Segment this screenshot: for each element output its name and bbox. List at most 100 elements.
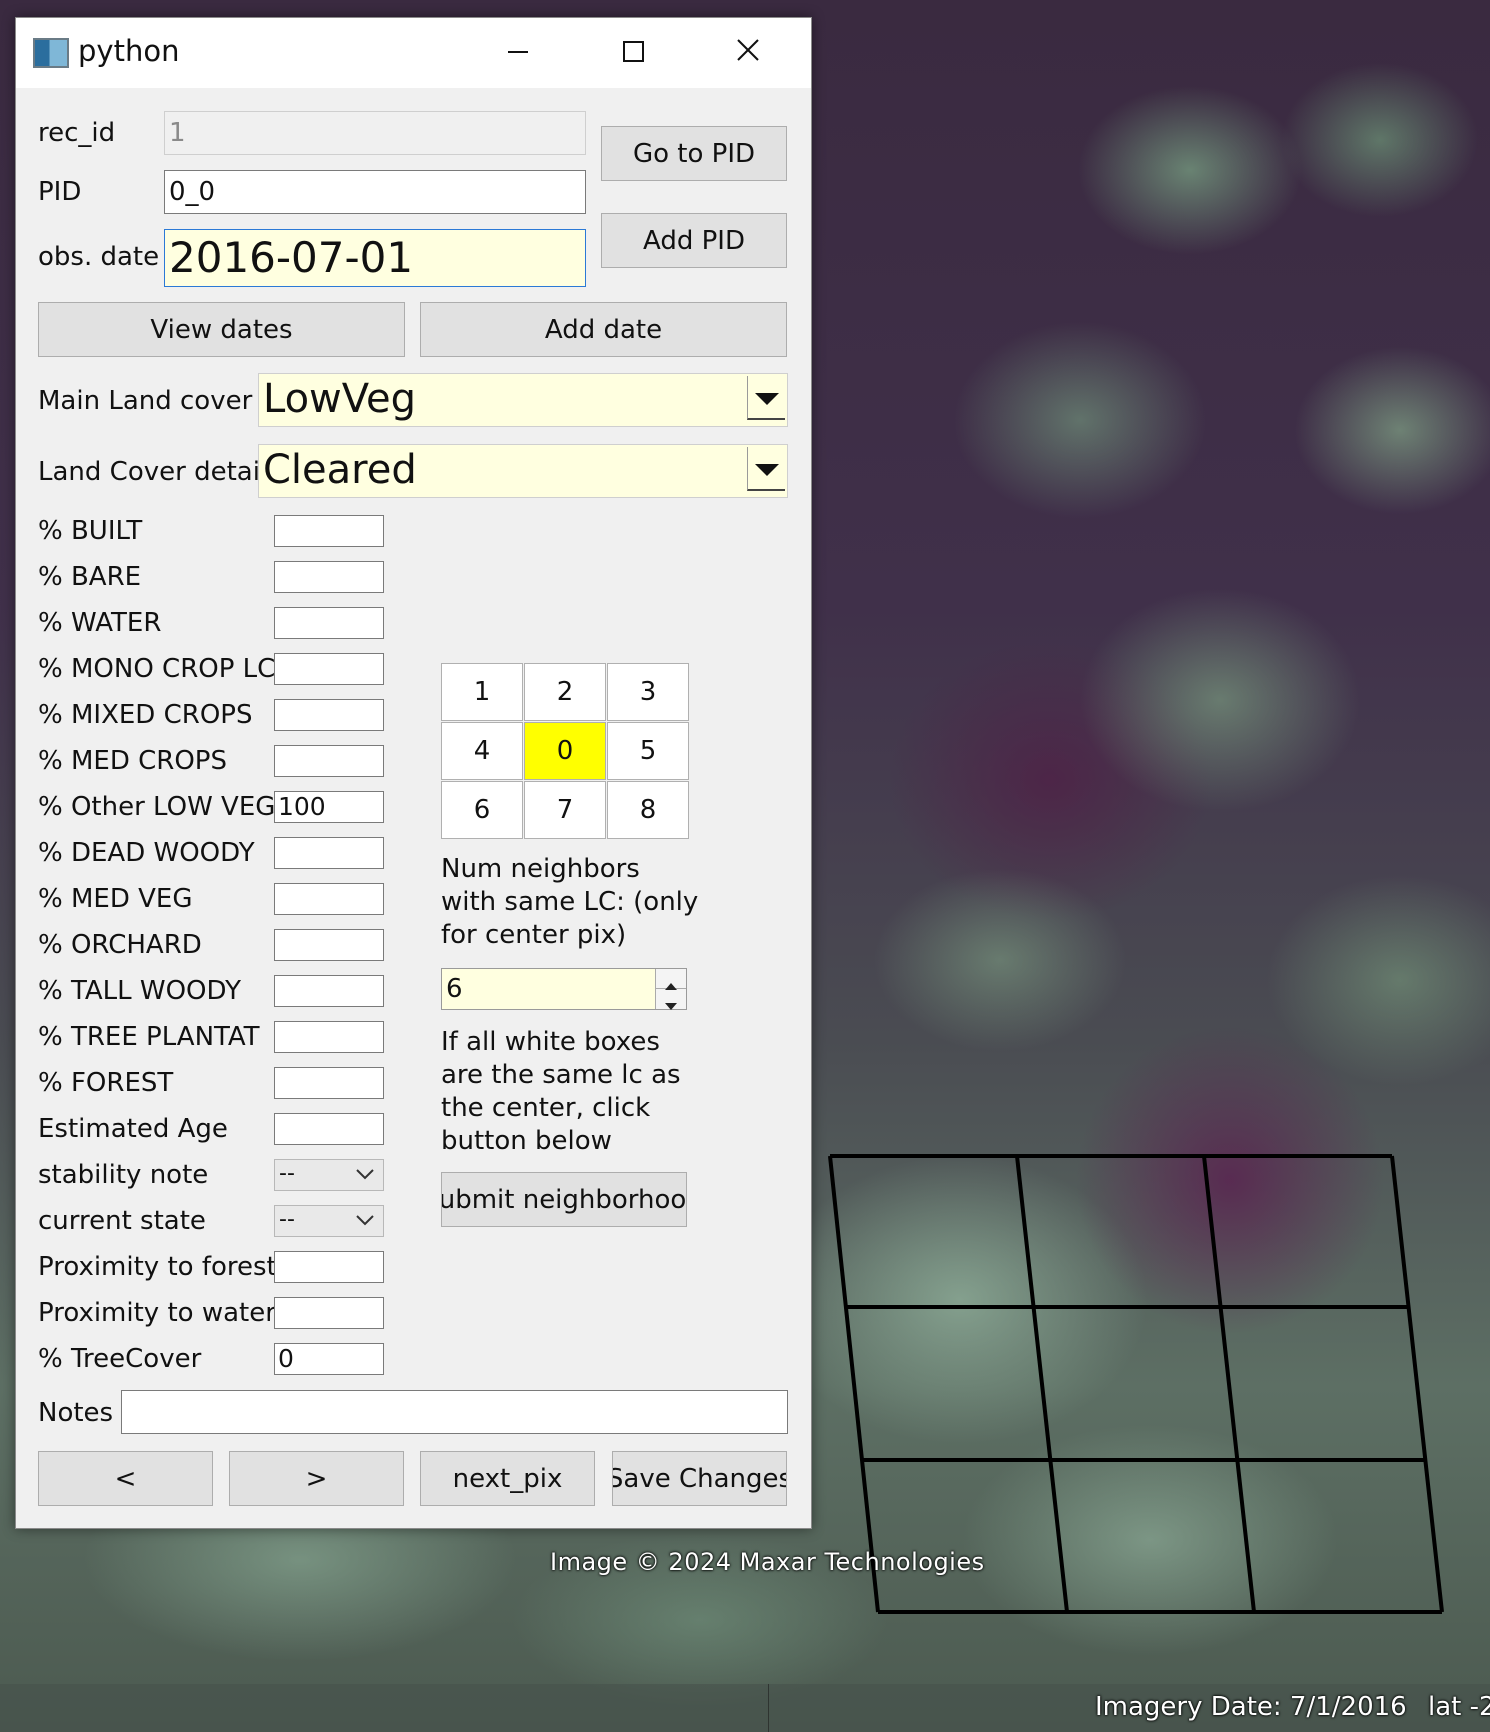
- pid-label: PID: [38, 177, 82, 207]
- rec-id-label: rec_id: [38, 118, 116, 148]
- pct-med-veg-label: % MED VEG: [38, 884, 193, 914]
- pct-other-low-veg-label: % Other LOW VEG: [38, 792, 276, 822]
- obs-date-label: obs. date: [38, 242, 160, 272]
- triangle-down-icon: [755, 393, 779, 405]
- proximity-forest-field[interactable]: [274, 1251, 384, 1283]
- status-divider: [768, 1684, 769, 1732]
- current-state-select[interactable]: --: [274, 1205, 384, 1237]
- stability-note-value: --: [279, 1161, 295, 1186]
- neighbors-description: Num neighbors with same LC: (only for ce…: [441, 854, 699, 950]
- notes-label: Notes: [38, 1398, 114, 1428]
- next-pix-button[interactable]: next_pix: [420, 1451, 595, 1506]
- maximize-icon: [623, 41, 644, 62]
- pct-med-veg-field[interactable]: [274, 883, 384, 915]
- imagery-attribution: Image © 2024 Maxar Technologies: [550, 1548, 985, 1576]
- pct-other-low-veg-field[interactable]: 100: [274, 791, 384, 823]
- triangle-down-icon: [755, 464, 779, 476]
- pct-dead-woody-field[interactable]: [274, 837, 384, 869]
- stability-note-label: stability note: [38, 1160, 209, 1190]
- main-land-cover-select[interactable]: LowVeg: [258, 373, 788, 427]
- go-to-pid-button[interactable]: Go to PID: [601, 126, 787, 181]
- proximity-forest-label: Proximity to forest: [38, 1252, 277, 1282]
- chevron-down-icon: [356, 1169, 374, 1180]
- next-button[interactable]: >: [229, 1451, 404, 1506]
- pct-mixed-crops-field[interactable]: [274, 699, 384, 731]
- pct-tree-plantation-label: % TREE PLANTATI: [38, 1022, 260, 1052]
- tree-cover-field[interactable]: 0: [274, 1343, 384, 1375]
- neighbor-cell-5[interactable]: 5: [607, 722, 689, 780]
- python-app-icon: [33, 38, 69, 68]
- pct-dead-woody-label: % DEAD WOODY: [38, 838, 255, 868]
- window-title: python: [78, 34, 180, 68]
- neighbor-cell-3[interactable]: 3: [607, 663, 689, 721]
- obs-date-field[interactable]: 2016-07-01: [164, 229, 586, 287]
- view-dates-button[interactable]: View dates: [38, 302, 405, 357]
- grid-line: [1015, 1155, 1069, 1613]
- pct-orchard-label: % ORCHARD: [38, 930, 202, 960]
- dropdown-button[interactable]: [747, 447, 785, 491]
- land-cover-detail-value: Cleared: [263, 447, 417, 493]
- neighborhood-instruction: If all white boxes are the same lc as th…: [441, 1027, 681, 1156]
- land-cover-detail-label: Land Cover detail: [38, 457, 268, 487]
- neighbors-count-spinbox[interactable]: 6: [441, 968, 687, 1010]
- triangle-down-icon: [665, 1003, 677, 1010]
- pct-bare-field[interactable]: [274, 561, 384, 593]
- neighbor-cell-6[interactable]: 6: [441, 781, 523, 839]
- current-state-label: current state: [38, 1206, 206, 1236]
- maximize-button[interactable]: [609, 30, 657, 74]
- pct-forest-label: % FOREST: [38, 1068, 174, 1098]
- python-window: python rec_id 1 PID 0_0 obs. date 2016-0…: [15, 17, 812, 1529]
- minimize-button[interactable]: [494, 30, 542, 74]
- spin-buttons[interactable]: [655, 969, 686, 1010]
- pct-built-field[interactable]: [274, 515, 384, 547]
- map-status-bar: Imagery Date: 7/1/2016 lat -2: [0, 1684, 1490, 1732]
- add-date-button[interactable]: Add date: [420, 302, 787, 357]
- notes-field[interactable]: [121, 1390, 788, 1434]
- title-bar[interactable]: python: [16, 18, 811, 88]
- main-land-cover-label: Main Land cover: [38, 386, 253, 416]
- center-cell[interactable]: 0: [524, 722, 606, 780]
- estimated-age-field[interactable]: [274, 1113, 384, 1145]
- grid-line: [828, 1155, 880, 1613]
- pid-field[interactable]: 0_0: [164, 170, 586, 214]
- spin-up-button[interactable]: [656, 969, 686, 990]
- save-changes-button[interactable]: Save Changes: [612, 1451, 787, 1506]
- estimated-age-label: Estimated Age: [38, 1114, 228, 1144]
- stability-note-select[interactable]: --: [274, 1159, 384, 1191]
- pct-med-crops-field[interactable]: [274, 745, 384, 777]
- submit-neighborhood-button[interactable]: submit neighborhood: [441, 1172, 687, 1227]
- tree-cover-label: % TreeCover: [38, 1344, 202, 1374]
- pct-med-crops-label: % MED CROPS: [38, 746, 227, 776]
- pct-orchard-field[interactable]: [274, 929, 384, 961]
- close-icon: [737, 39, 759, 61]
- proximity-water-field[interactable]: [274, 1297, 384, 1329]
- neighbor-cell-2[interactable]: 2: [524, 663, 606, 721]
- pct-tree-plantation-field[interactable]: [274, 1021, 384, 1053]
- neighbor-cell-7[interactable]: 7: [524, 781, 606, 839]
- close-button[interactable]: [724, 30, 772, 74]
- pct-water-field[interactable]: [274, 607, 384, 639]
- main-land-cover-value: LowVeg: [263, 376, 417, 422]
- pct-tall-woody-label: % TALL WOODY: [38, 976, 241, 1006]
- pct-built-label: % BUILT: [38, 516, 143, 546]
- neighbor-cell-8[interactable]: 8: [607, 781, 689, 839]
- rec-id-field: 1: [164, 111, 586, 155]
- pct-mixed-crops-label: % MIXED CROPS: [38, 700, 253, 730]
- minimize-icon: [508, 51, 528, 53]
- grid-line: [1390, 1155, 1444, 1613]
- pct-forest-field[interactable]: [274, 1067, 384, 1099]
- previous-button[interactable]: <: [38, 1451, 213, 1506]
- land-cover-detail-select[interactable]: Cleared: [258, 444, 788, 498]
- imagery-date-label: Imagery Date: 7/1/2016: [1095, 1692, 1407, 1722]
- pct-mono-crop-field[interactable]: [274, 653, 384, 685]
- pct-tall-woody-field[interactable]: [274, 975, 384, 1007]
- latitude-readout: lat -2: [1428, 1692, 1490, 1722]
- grid-line: [1202, 1155, 1256, 1613]
- neighbor-cell-4[interactable]: 4: [441, 722, 523, 780]
- neighbor-cell-1[interactable]: 1: [441, 663, 523, 721]
- dropdown-button[interactable]: [747, 376, 785, 420]
- add-pid-button[interactable]: Add PID: [601, 213, 787, 268]
- spin-down-button[interactable]: [656, 989, 686, 1010]
- pct-bare-label: % BARE: [38, 562, 142, 592]
- neighbors-count-value: 6: [446, 974, 463, 1004]
